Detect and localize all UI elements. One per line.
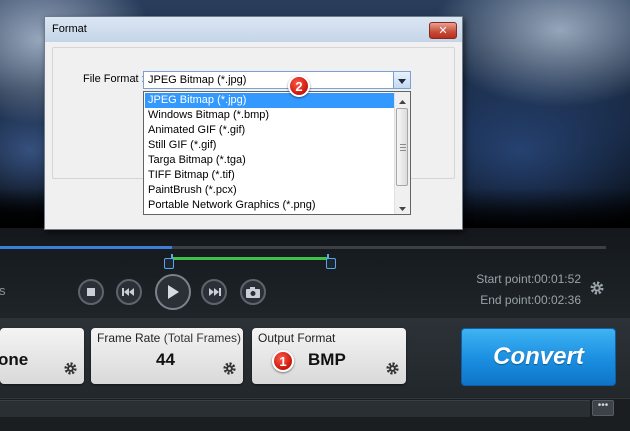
output-format-value: BMP	[308, 350, 346, 369]
gear-icon	[589, 280, 605, 301]
chevron-down-icon	[399, 198, 406, 216]
convert-button[interactable]: Convert	[461, 328, 616, 386]
gear-icon[interactable]	[222, 361, 237, 381]
format-dialog: Format ✕ File Format : JPEG Bitmap (*.jp…	[44, 16, 463, 230]
trim-start-handle[interactable]	[164, 258, 174, 269]
mode-value: one	[0, 350, 29, 369]
previous-button[interactable]	[116, 279, 142, 305]
dropdown-option[interactable]: Targa Bitmap (*.tga)	[145, 153, 394, 168]
dialog-title: Format	[52, 23, 87, 35]
stop-button[interactable]	[78, 279, 104, 305]
snapshot-icon	[246, 286, 260, 298]
frame-rate-label: Frame Rate	[97, 331, 161, 345]
next-button[interactable]	[201, 279, 227, 305]
frame-rate-title: Frame Rate (Total Frames)	[97, 331, 241, 345]
file-format-selected-value: JPEG Bitmap (*.jpg)	[148, 74, 247, 86]
dialog-titlebar[interactable]: Format ✕	[45, 17, 462, 42]
snapshot-button[interactable]	[240, 279, 266, 305]
file-format-select[interactable]: JPEG Bitmap (*.jpg)	[143, 71, 411, 89]
frame-rate-subtitle: (Total Frames)	[163, 331, 242, 345]
end-point-time: 00:02:36	[534, 293, 581, 307]
play-icon	[166, 284, 180, 300]
chevron-up-icon	[399, 91, 406, 109]
stop-icon	[86, 287, 96, 297]
frame-rate-value: 44	[156, 350, 175, 369]
dropdown-option[interactable]: PaintBrush (*.pcx)	[145, 183, 394, 198]
gear-icon[interactable]	[385, 361, 400, 381]
frame-rate-card[interactable]: Frame Rate (Total Frames) 44	[91, 328, 243, 384]
close-icon: ✕	[438, 25, 448, 37]
bottom-track	[0, 400, 590, 417]
dropdown-option[interactable]: Animated GIF (*.gif)	[145, 123, 394, 138]
dropdown-option[interactable]: Still GIF (*.gif)	[145, 138, 394, 153]
scroll-down-button[interactable]	[395, 199, 410, 214]
output-format-title: Output Format	[258, 331, 336, 345]
dropdown-option[interactable]: TIFF Bitmap (*.tif)	[145, 168, 394, 183]
dropdown-option[interactable]: JPEG Bitmap (*.jpg)	[145, 93, 394, 108]
dropdown-option[interactable]: Windows Bitmap (*.bmp)	[145, 108, 394, 123]
close-button[interactable]: ✕	[429, 22, 457, 39]
more-button[interactable]: •••	[592, 400, 614, 416]
dropdown-scrollbar[interactable]	[394, 92, 410, 214]
step-2-badge: 2	[288, 75, 310, 97]
trim-end-handle[interactable]	[326, 258, 336, 269]
play-button[interactable]	[155, 274, 191, 310]
scrollbar-thumb[interactable]	[396, 108, 408, 186]
dropdown-arrow-button[interactable]	[393, 72, 410, 88]
start-point-time: 00:01:52	[534, 272, 581, 286]
next-icon	[207, 287, 221, 297]
truncated-label: s	[0, 283, 6, 298]
start-point-label: Start point:	[476, 272, 535, 286]
gear-icon[interactable]	[63, 361, 78, 381]
end-point-label: End point:	[480, 293, 535, 307]
file-format-label: File Format :	[83, 73, 145, 85]
step-1-badge: 1	[272, 350, 294, 372]
trim-settings-button[interactable]	[589, 280, 605, 301]
mode-card[interactable]: one	[0, 328, 84, 384]
chevron-down-icon	[398, 71, 406, 89]
file-format-dropdown-list: JPEG Bitmap (*.jpg) Windows Bitmap (*.bm…	[143, 91, 411, 215]
end-point: End point:00:02:36	[441, 293, 581, 307]
start-point: Start point:00:01:52	[441, 272, 581, 286]
timeline-progress	[0, 246, 172, 249]
trim-range	[171, 257, 329, 260]
scroll-up-button[interactable]	[395, 92, 410, 107]
dropdown-option[interactable]: Portable Network Graphics (*.png)	[145, 198, 394, 213]
previous-icon	[122, 287, 136, 297]
